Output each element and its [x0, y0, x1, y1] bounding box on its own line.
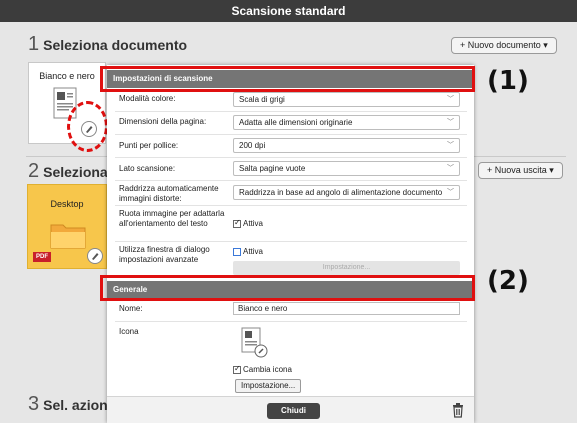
advanced-checkbox[interactable]: Attiva	[233, 247, 263, 257]
color-mode-select[interactable]: Scala di grigi ﹀	[233, 92, 460, 107]
icon-settings-button[interactable]: Impostazione...	[235, 379, 302, 393]
checkbox-icon	[233, 247, 241, 256]
chevron-down-icon: ﹀	[447, 189, 454, 196]
dpi-select[interactable]: 200 dpi ﹀	[233, 138, 460, 153]
pdf-badge: PDF	[33, 252, 51, 262]
chevron-down-icon: ﹀	[447, 96, 454, 103]
deskew-select[interactable]: Raddrizza in base ad angolo di alimentaz…	[233, 185, 460, 200]
row-divider	[115, 134, 467, 135]
section-2-title: 2 Seleziona	[28, 160, 108, 182]
deskew-label: Raddrizza automaticamente immagini disto…	[119, 184, 219, 203]
scan-side-select[interactable]: Salta pagine vuote ﹀	[233, 161, 460, 176]
document-icon	[241, 327, 268, 358]
chevron-down-icon: ﹀	[447, 165, 454, 172]
close-button[interactable]: Chiudi	[267, 403, 320, 419]
row-divider	[115, 205, 467, 206]
checkbox-icon	[233, 218, 241, 228]
app-window: Scansione standard 1 Seleziona documento …	[0, 0, 577, 423]
callout-1: (1)	[487, 66, 529, 96]
dpi-label: Punti per pollice:	[119, 141, 179, 150]
folder-icon	[50, 224, 86, 249]
document-card-label: Bianco e nero	[39, 71, 95, 81]
row-divider	[115, 241, 467, 242]
chevron-down-icon: ﹀	[447, 142, 454, 149]
icon-label: Icona	[119, 327, 139, 336]
highlight-box-1	[100, 66, 475, 92]
callout-2: (2)	[487, 266, 529, 296]
edit-output-button[interactable]	[87, 248, 103, 264]
advanced-label: Utilizza finestra di dialogo impostazion…	[119, 245, 210, 264]
page-size-select[interactable]: Adatta alle dimensioni originarie ﹀	[233, 115, 460, 130]
name-label: Nome:	[119, 304, 143, 313]
page-size-label: Dimensioni della pagina:	[119, 117, 207, 126]
rotate-label: Ruota immagine per adattarla all'orienta…	[119, 209, 225, 228]
name-input[interactable]: Bianco e nero	[233, 302, 460, 315]
row-divider	[115, 111, 467, 112]
advanced-settings-button[interactable]: Impostazione...	[233, 261, 460, 275]
row-divider	[115, 180, 467, 181]
scan-side-label: Lato scansione:	[119, 164, 176, 173]
trash-icon[interactable]	[452, 403, 464, 418]
new-output-button[interactable]: + Nuova uscita ▾	[478, 162, 563, 179]
chevron-down-icon: ﹀	[447, 119, 454, 126]
window-title: Scansione standard	[0, 0, 577, 22]
change-icon-checkbox[interactable]: Cambia icona	[233, 364, 292, 375]
section-3-title: 3 Sel. azion	[28, 393, 108, 415]
pencil-icon	[92, 253, 99, 260]
settings-panel: Impostazioni di scansione Modalità color…	[107, 65, 474, 423]
panel-footer: Chiudi	[107, 396, 474, 423]
row-divider	[115, 321, 467, 322]
rotate-checkbox[interactable]: Attiva	[233, 218, 263, 229]
output-card-label: Desktop	[50, 199, 84, 209]
edit-highlight-circle	[67, 101, 108, 152]
new-document-button[interactable]: + Nuovo documento ▾	[451, 37, 557, 54]
section-1-title: 1 Seleziona documento	[28, 33, 188, 55]
row-divider	[115, 157, 467, 158]
highlight-box-2	[100, 275, 475, 301]
color-mode-label: Modalità colore:	[119, 94, 176, 103]
checkbox-icon	[233, 364, 241, 374]
output-card[interactable]: Desktop PDF	[27, 184, 107, 269]
